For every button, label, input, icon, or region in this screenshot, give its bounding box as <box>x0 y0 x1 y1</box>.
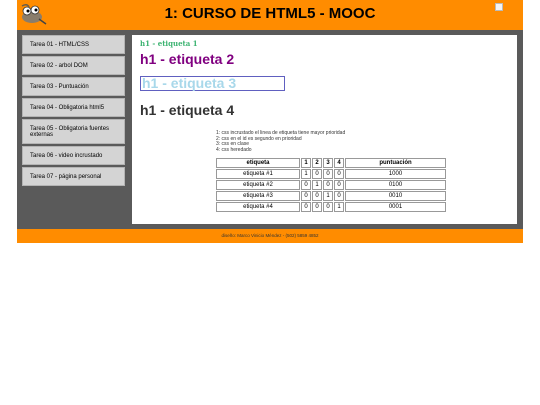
sidebar-item-tarea-06[interactable]: Tarea 06 - video incrustado <box>22 146 125 165</box>
table-cell: 0 <box>312 169 322 179</box>
column-header: puntuación <box>345 158 446 168</box>
table-cell: 1 <box>301 169 311 179</box>
column-header: 4 <box>334 158 344 168</box>
column-header: 1 <box>301 158 311 168</box>
table-cell: 1 <box>312 180 322 190</box>
table-row: etiqueta #3 0 0 1 0 0010 <box>216 191 446 201</box>
table-cell: 0010 <box>345 191 446 201</box>
page-title: 1: CURSO DE HTML5 - MOOC <box>164 5 376 22</box>
table-cell: 0 <box>334 180 344 190</box>
table-cell: 0 <box>334 169 344 179</box>
table-cell: 0 <box>301 191 311 201</box>
page-frame: 1: CURSO DE HTML5 - MOOC Tarea 01 - HTML… <box>17 0 523 243</box>
column-header: etiqueta <box>216 158 300 168</box>
table-cell: etiqueta #4 <box>216 202 300 212</box>
table-cell: 0001 <box>345 202 446 212</box>
sidebar-item-tarea-04[interactable]: Tarea 04 - Obligatoria html5 <box>22 98 125 117</box>
heading-etiqueta-4: h1 - etiqueta 4 <box>140 102 235 118</box>
table-cell: 1 <box>334 202 344 212</box>
sidebar-item-tarea-07[interactable]: Tarea 07 - página personal <box>22 167 125 186</box>
sidebar-nav: Tarea 01 - HTML/CSS Tarea 02 - arbol DOM… <box>22 35 125 188</box>
content-panel: h1 - etiqueta 1 h1 - etiqueta 2 h1 - eti… <box>132 35 517 224</box>
sidebar-item-tarea-02[interactable]: Tarea 02 - arbol DOM <box>22 56 125 75</box>
table-row: etiqueta #4 0 0 0 1 0001 <box>216 202 446 212</box>
table-cell: 0 <box>323 202 333 212</box>
table-row: etiqueta #1 1 0 0 0 1000 <box>216 169 446 179</box>
table-cell: etiqueta #1 <box>216 169 300 179</box>
table-header-row: etiqueta 1 2 3 4 puntuación <box>216 158 446 168</box>
column-header: 2 <box>312 158 322 168</box>
page-footer: diseño: Marco Vinicio Méndez - (502) 585… <box>17 229 523 243</box>
broken-image-icon <box>495 3 503 11</box>
table-cell: etiqueta #2 <box>216 180 300 190</box>
table-cell: 0 <box>301 180 311 190</box>
table-row: etiqueta #2 0 1 0 0 0100 <box>216 180 446 190</box>
table-cell: 0 <box>312 202 322 212</box>
heading-etiqueta-2: h1 - etiqueta 2 <box>140 51 235 67</box>
column-header: 3 <box>323 158 333 168</box>
priority-notes: 1: css incrustado el linea de etiqueta t… <box>216 130 345 153</box>
table-cell: 0100 <box>345 180 446 190</box>
table-cell: 0 <box>334 191 344 201</box>
scores-table: etiqueta 1 2 3 4 puntuación etiqueta #1 … <box>215 157 447 213</box>
sidebar-item-tarea-03[interactable]: Tarea 03 - Puntuación <box>22 77 125 96</box>
note-line: 4: css heredado <box>216 146 252 153</box>
table-cell: 1000 <box>345 169 446 179</box>
heading-etiqueta-1: h1 - etiqueta 1 <box>140 39 198 48</box>
table-cell: 0 <box>323 169 333 179</box>
table-cell: 1 <box>323 191 333 201</box>
sidebar-item-tarea-05[interactable]: Tarea 05 - Obligatoria fuentes externas <box>22 119 125 144</box>
main-area: Tarea 01 - HTML/CSS Tarea 02 - arbol DOM… <box>17 30 523 229</box>
heading-etiqueta-3: h1 - etiqueta 3 <box>140 76 285 91</box>
table-cell: 0 <box>323 180 333 190</box>
sidebar-item-tarea-01[interactable]: Tarea 01 - HTML/CSS <box>22 35 125 54</box>
page-header: 1: CURSO DE HTML5 - MOOC <box>17 0 523 30</box>
table-cell: 0 <box>312 191 322 201</box>
table-cell: etiqueta #3 <box>216 191 300 201</box>
table-cell: 0 <box>301 202 311 212</box>
